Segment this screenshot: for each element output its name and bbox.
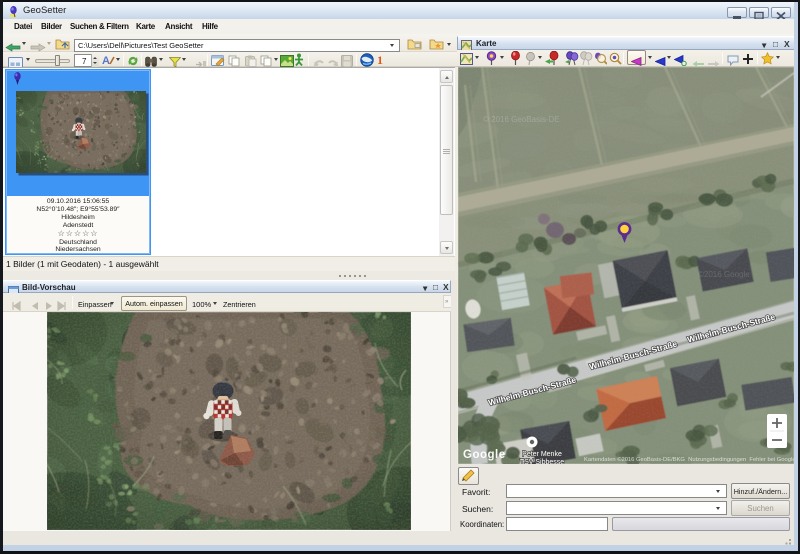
svg-text:Kartendaten ©2016 GeoBasis-DE/: Kartendaten ©2016 GeoBasis-DE/BKG Nutzun… (584, 456, 794, 463)
svg-text:Peter Menke: Peter Menke (522, 451, 562, 458)
svg-text:Google: Google (463, 449, 506, 461)
svg-text:A: A (102, 55, 110, 67)
